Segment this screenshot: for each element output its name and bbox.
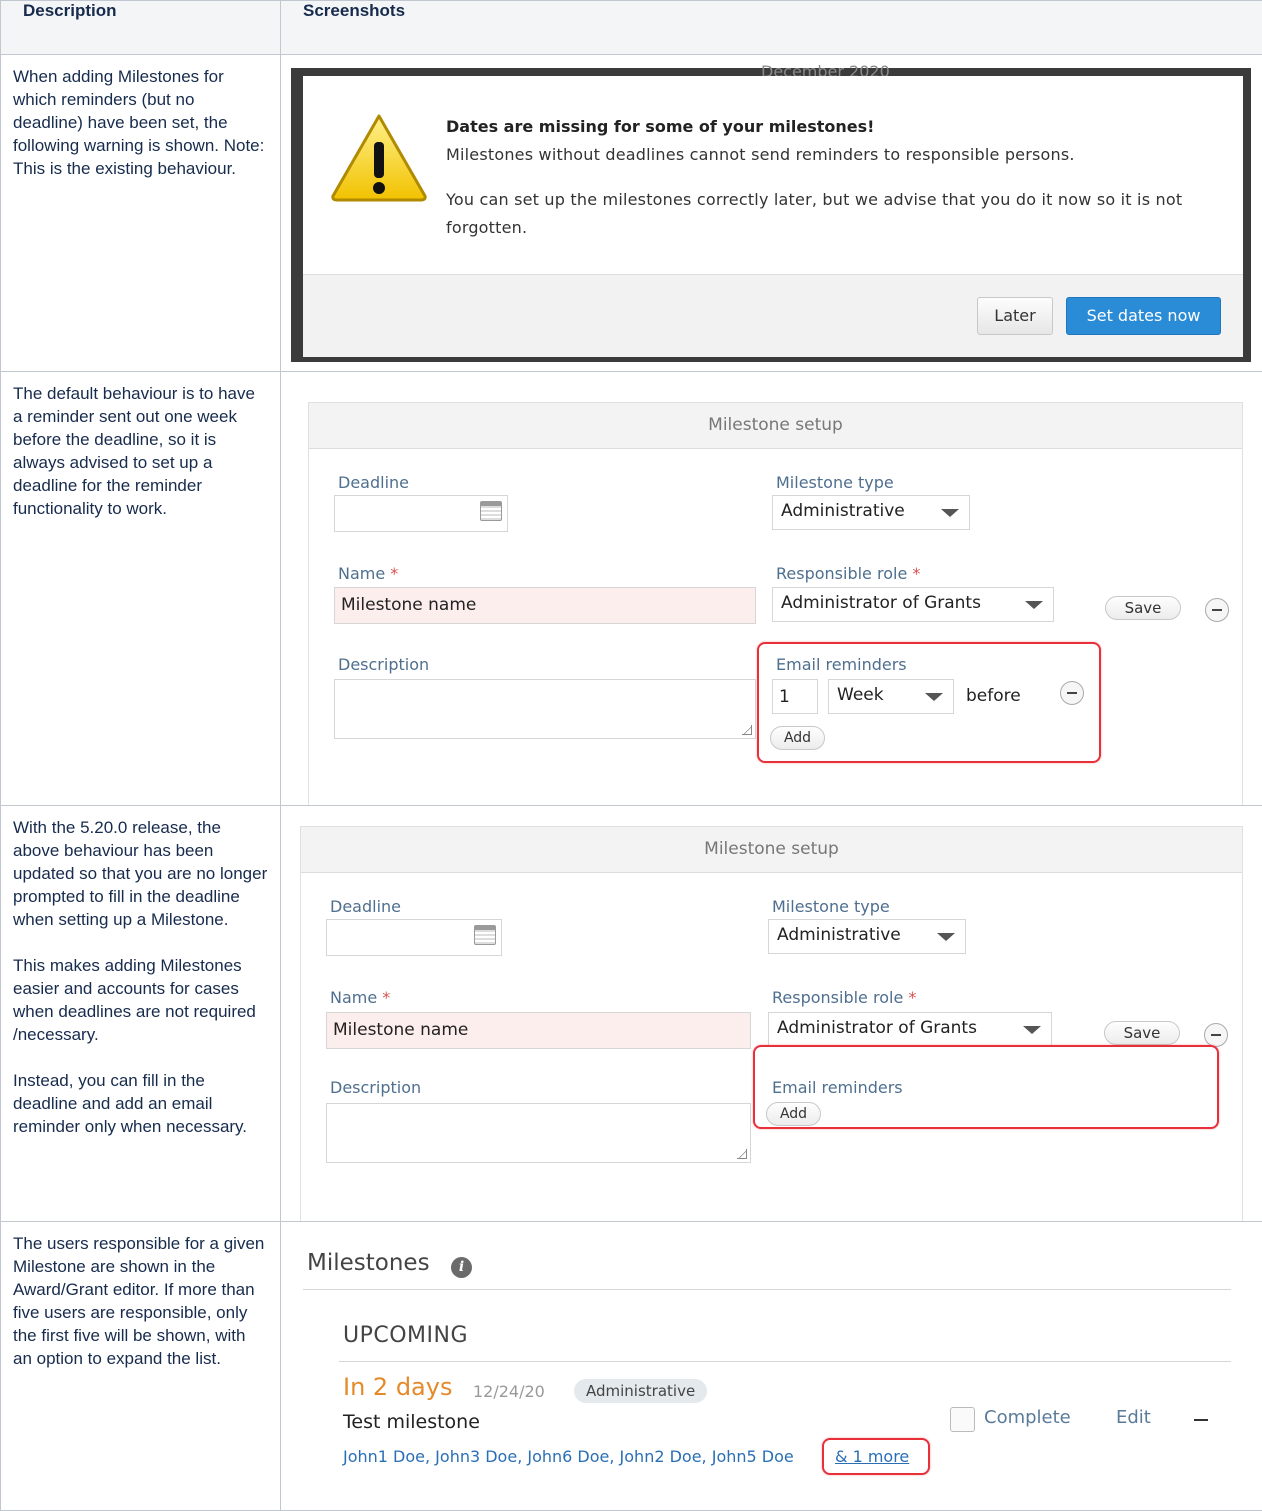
description-text: When adding Milestones for which reminde… xyxy=(13,65,268,180)
deadline-label: Deadline xyxy=(338,473,409,492)
dialog-title: Dates are missing for some of your miles… xyxy=(446,117,874,136)
save-button[interactable]: Save xyxy=(1105,596,1181,620)
warning-icon xyxy=(329,112,429,202)
milestone-type-label: Milestone type xyxy=(772,897,890,916)
remove-milestone-icon[interactable] xyxy=(1205,598,1229,622)
calendar-icon[interactable] xyxy=(474,925,496,945)
name-value: Milestone name xyxy=(341,595,476,615)
name-label-text: Name xyxy=(338,564,385,583)
required-marker: * xyxy=(390,564,398,583)
edit-link[interactable]: Edit xyxy=(1116,1407,1151,1428)
chevron-down-icon xyxy=(941,509,959,517)
role-label-text: Responsible role xyxy=(772,988,903,1007)
divider xyxy=(303,1289,1231,1290)
description-text: Instead, you can fill in the deadline an… xyxy=(13,1069,268,1138)
milestones-title: Milestones xyxy=(307,1250,430,1276)
warning-dialog: Dates are missing for some of your miles… xyxy=(303,76,1243,357)
remove-milestone-icon[interactable] xyxy=(1204,1023,1228,1047)
responsible-role-value: Administrator of Grants xyxy=(777,1018,977,1038)
complete-checkbox[interactable] xyxy=(950,1407,975,1432)
deadline-label: Deadline xyxy=(330,897,401,916)
highlight-box xyxy=(753,1045,1219,1129)
complete-label[interactable]: Complete xyxy=(984,1407,1071,1428)
row-default-behaviour: The default behaviour is to have a remin… xyxy=(1,372,1262,806)
responsible-role-select[interactable]: Administrator of Grants xyxy=(772,587,1054,622)
name-label-text: Name xyxy=(330,988,377,1007)
milestone-name: Test milestone xyxy=(343,1411,480,1433)
required-marker: * xyxy=(912,564,920,583)
header-description: Description xyxy=(1,1,281,55)
milestone-type-value: Administrative xyxy=(777,925,901,945)
description-cell: When adding Milestones for which reminde… xyxy=(1,55,281,372)
set-dates-now-button[interactable]: Set dates now xyxy=(1066,297,1221,335)
chevron-down-icon xyxy=(1025,601,1043,609)
screenshot-cell: Milestone setup Deadline Milestone type … xyxy=(281,372,1262,806)
screenshot-cell: Milestones i UPCOMING In 2 days 12/24/20… xyxy=(281,1222,1262,1511)
milestone-type-badge: Administrative xyxy=(574,1379,707,1403)
section-heading: UPCOMING xyxy=(343,1323,468,1348)
responsible-role-label: Responsible role * xyxy=(772,988,916,1007)
description-cell: The default behaviour is to have a remin… xyxy=(1,372,281,806)
chevron-down-icon xyxy=(1023,1026,1041,1034)
description-text: With the 5.20.0 release, the above behav… xyxy=(13,816,268,931)
responsible-users[interactable]: John1 Doe, John3 Doe, John6 Doe, John2 D… xyxy=(343,1447,794,1466)
chevron-down-icon xyxy=(937,933,955,941)
name-label: Name * xyxy=(338,564,398,583)
highlight-box xyxy=(822,1438,930,1475)
calendar-icon[interactable] xyxy=(480,501,502,521)
required-marker: * xyxy=(908,988,916,1007)
save-button[interactable]: Save xyxy=(1104,1021,1180,1045)
collapse-icon[interactable] xyxy=(1194,1419,1208,1421)
milestone-type-label: Milestone type xyxy=(776,473,894,492)
milestone-type-select[interactable]: Administrative xyxy=(768,919,966,954)
name-label: Name * xyxy=(330,988,390,1007)
panel-header: Milestone setup xyxy=(309,403,1242,449)
due-date: 12/24/20 xyxy=(473,1382,545,1401)
deadline-input[interactable] xyxy=(334,495,508,532)
later-button[interactable]: Later xyxy=(977,297,1053,335)
responsible-role-label: Responsible role * xyxy=(776,564,920,583)
row-responsible-users: The users responsible for a given Milest… xyxy=(1,1222,1262,1511)
header-screenshots: Screenshots xyxy=(281,1,1262,55)
description-text: The users responsible for a given Milest… xyxy=(13,1232,268,1370)
screenshot-cell: Milestone setup Deadline Milestone type … xyxy=(281,806,1262,1222)
resize-handle-icon[interactable] xyxy=(742,725,752,735)
highlight-box xyxy=(757,642,1101,763)
content-table: Description Screenshots When adding Mile… xyxy=(0,0,1262,1511)
deadline-input[interactable] xyxy=(326,919,502,956)
required-marker: * xyxy=(382,988,390,1007)
divider xyxy=(339,1361,1231,1362)
name-input[interactable]: Milestone name xyxy=(334,587,756,624)
description-text: This makes adding Milestones easier and … xyxy=(13,954,268,1046)
responsible-role-select[interactable]: Administrator of Grants xyxy=(768,1012,1052,1047)
header-row: Description Screenshots xyxy=(1,1,1262,55)
row-warning: When adding Milestones for which reminde… xyxy=(1,55,1262,372)
description-textarea[interactable] xyxy=(334,679,756,739)
description-cell: The users responsible for a given Milest… xyxy=(1,1222,281,1511)
resize-handle-icon[interactable] xyxy=(737,1149,747,1159)
due-label: In 2 days xyxy=(343,1373,452,1401)
panel-header: Milestone setup xyxy=(301,827,1242,873)
screenshot-cell: December 2020 Dates a xyxy=(281,55,1262,372)
dialog-advice: You can set up the milestones correctly … xyxy=(446,186,1226,242)
milestone-type-value: Administrative xyxy=(781,501,905,521)
row-new-behaviour: With the 5.20.0 release, the above behav… xyxy=(1,806,1262,1222)
milestone-setup-panel: Milestone setup Deadline Milestone type … xyxy=(300,826,1243,1221)
description-textarea[interactable] xyxy=(326,1103,751,1163)
milestone-type-select[interactable]: Administrative xyxy=(772,495,970,530)
description-text: The default behaviour is to have a remin… xyxy=(13,382,268,520)
dialog-message: Milestones without deadlines cannot send… xyxy=(446,145,1075,164)
name-input[interactable]: Milestone name xyxy=(326,1012,751,1049)
info-icon[interactable]: i xyxy=(451,1257,472,1278)
responsible-role-value: Administrator of Grants xyxy=(781,593,981,613)
dialog-footer: Later Set dates now xyxy=(303,274,1243,357)
description-cell: With the 5.20.0 release, the above behav… xyxy=(1,806,281,1222)
role-label-text: Responsible role xyxy=(776,564,907,583)
description-label: Description xyxy=(330,1078,421,1097)
name-value: Milestone name xyxy=(333,1020,468,1040)
description-label: Description xyxy=(338,655,429,674)
